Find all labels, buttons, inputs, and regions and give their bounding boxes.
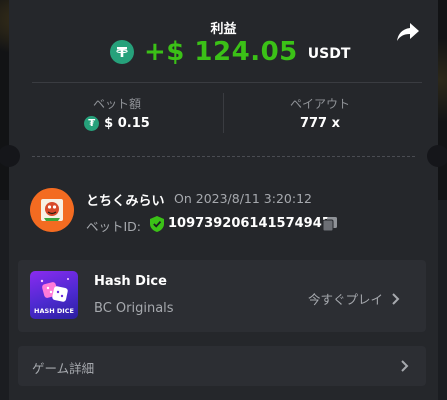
game-thumb-text: HASH DICE	[34, 307, 74, 315]
game-details-label: ゲーム詳細	[32, 361, 95, 376]
game-thumbnail[interactable]: HASH DICE	[30, 271, 78, 319]
payout-label: ペイアウト	[289, 97, 350, 111]
profit-currency: USDT	[307, 46, 351, 62]
play-now-label: 今すぐプレイ	[308, 292, 384, 307]
bet-amount-label: ベット額	[92, 97, 141, 111]
bet-amount-text: $ 0.15	[104, 116, 150, 131]
play-now-button[interactable]: 今すぐプレイ	[308, 289, 401, 308]
profit-row: +$ 124.05 USDT	[110, 37, 350, 67]
share-icon[interactable]	[396, 21, 420, 43]
ticket-notch-right	[427, 145, 447, 167]
chevron-right-icon	[401, 360, 409, 372]
profit-amount: +$ 124.05	[144, 37, 298, 67]
game-provider: BC Originals	[94, 301, 174, 316]
bet-id-label: ベットID:	[86, 219, 142, 234]
avatar[interactable]	[30, 188, 74, 232]
bet-id: 109739206141574945	[168, 216, 331, 231]
chevron-right-icon	[392, 292, 400, 305]
usdt-icon: ₮	[84, 116, 100, 131]
usdt-icon	[110, 40, 134, 64]
bet-time: On 2023/8/11 3:20:12	[174, 191, 312, 206]
bet-amount-value: ₮ $ 0.15	[62, 116, 172, 131]
payout-value: 777 x	[299, 116, 341, 131]
verified-shield-icon	[150, 216, 164, 232]
profit-title: 利益	[210, 22, 237, 37]
dashed-divider	[32, 156, 415, 157]
divider	[32, 82, 422, 83]
game-name: Hash Dice	[94, 274, 167, 289]
stats-divider	[223, 93, 224, 133]
copy-icon[interactable]	[322, 216, 338, 232]
user-name[interactable]: とちくみらい	[86, 190, 165, 209]
